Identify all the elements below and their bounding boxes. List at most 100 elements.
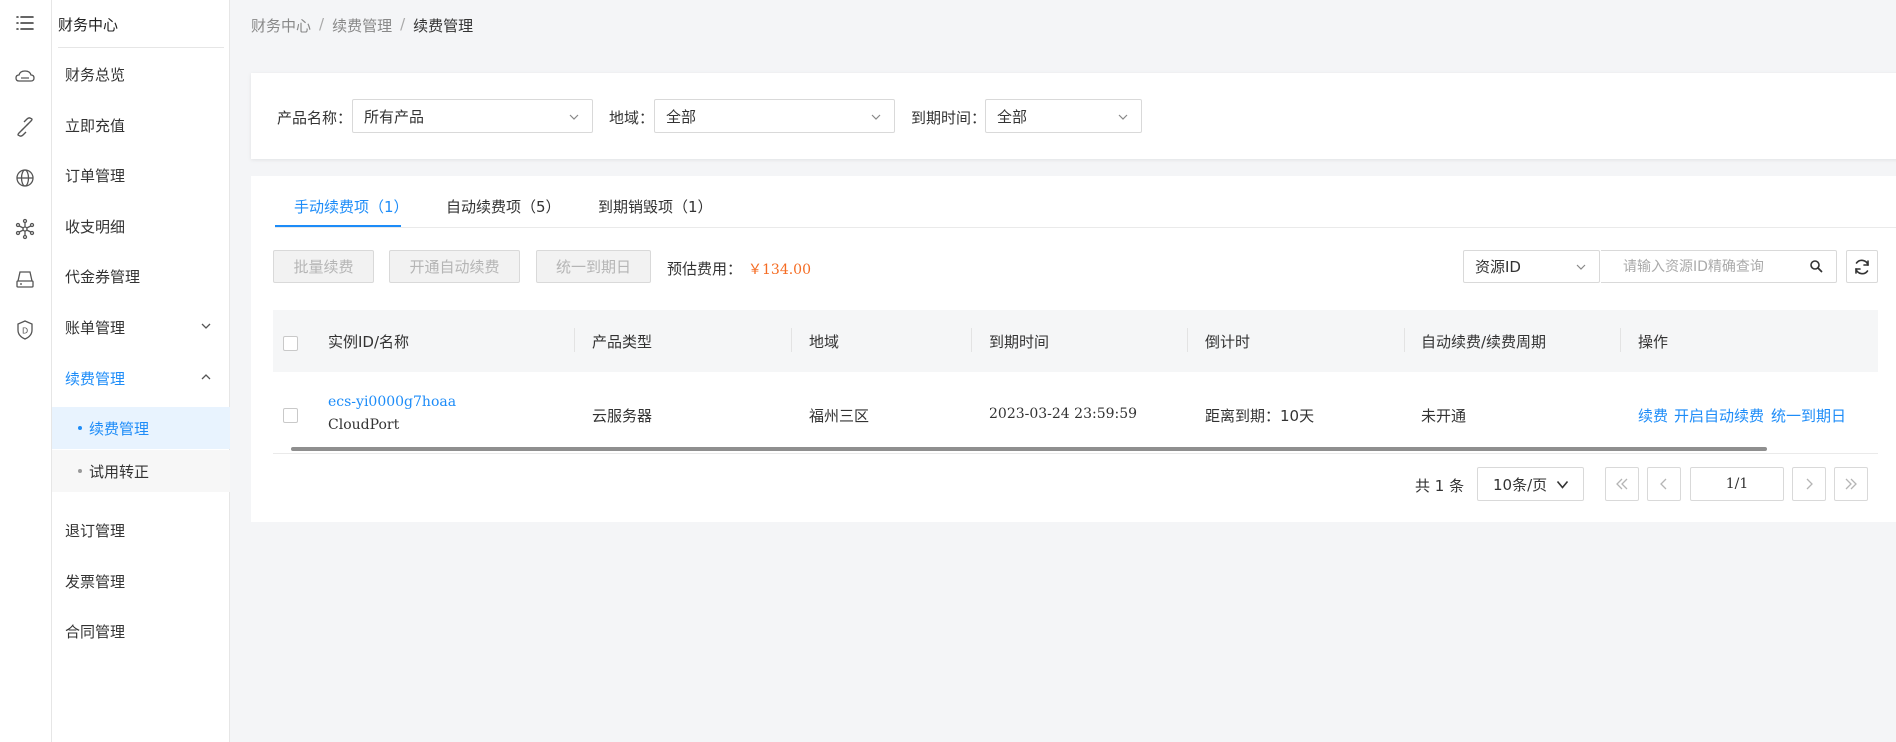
- double-chevron-left-icon: [1616, 478, 1628, 490]
- renew-link[interactable]: 续费: [1638, 405, 1668, 426]
- column-header-region: 地域: [809, 333, 840, 351]
- breadcrumb-separator: /: [319, 15, 325, 33]
- next-page-button[interactable]: [1792, 467, 1826, 501]
- last-page-button[interactable]: [1834, 467, 1868, 501]
- chevron-left-icon: [1660, 478, 1667, 490]
- sidebar-subitem-trial-conversion[interactable]: 试用转正: [52, 450, 230, 492]
- search-type-select[interactable]: 资源ID: [1463, 250, 1600, 283]
- refresh-button[interactable]: [1846, 250, 1878, 283]
- sidebar-item-label: 续费管理: [65, 369, 126, 388]
- sidebar-item-label: 订单管理: [65, 166, 126, 185]
- column-header-countdown: 倒计时: [1205, 333, 1251, 351]
- chevron-right-icon: [1806, 478, 1813, 490]
- sidebar: 财务中心 财务总览 立即充值 订单管理 收支明细 代金券管理 账单管理 续费管理…: [52, 0, 230, 742]
- cloud-icon[interactable]: [12, 64, 38, 90]
- filter-panel: 产品名称： 所有产品 地域： 全部 到期时间： 全部: [251, 73, 1896, 159]
- enable-auto-renew-button[interactable]: 开通自动续费: [389, 250, 520, 283]
- sidebar-item-vouchers[interactable]: 代金券管理: [52, 255, 230, 297]
- globe-icon[interactable]: [12, 165, 38, 191]
- sidebar-item-label: 收支明细: [65, 217, 126, 236]
- tab-expiry-destroy[interactable]: 到期销毁项（1）: [598, 196, 713, 217]
- sidebar-item-unsubscribe[interactable]: 退订管理: [52, 509, 230, 551]
- network-icon[interactable]: [12, 216, 38, 242]
- region-filter-value: 全部: [666, 107, 697, 126]
- page-size-value: 10条/页: [1493, 475, 1548, 494]
- sidebar-item-label: 发票管理: [65, 572, 126, 591]
- sidebar-item-label: 合同管理: [65, 622, 126, 641]
- chevron-down-icon: [1556, 480, 1569, 489]
- sidebar-item-contracts[interactable]: 合同管理: [52, 610, 230, 652]
- sidebar-item-orders[interactable]: 订单管理: [52, 154, 230, 196]
- product-filter-value: 所有产品: [364, 107, 425, 126]
- sidebar-item-label: 代金券管理: [65, 267, 141, 286]
- sidebar-item-finance-overview[interactable]: 财务总览: [52, 53, 230, 95]
- enable-auto-renew-link[interactable]: 开启自动续费: [1674, 405, 1764, 426]
- prev-page-button[interactable]: [1647, 467, 1681, 501]
- link-icon[interactable]: [12, 114, 38, 140]
- sidebar-item-recharge[interactable]: 立即充值: [52, 104, 230, 146]
- page-input[interactable]: [1690, 467, 1784, 501]
- chevron-down-icon: [569, 114, 579, 120]
- sidebar-subitem-label: 试用转正: [89, 462, 150, 481]
- estimate-label: 预估费用：: [667, 260, 743, 278]
- product-filter-select[interactable]: 所有产品: [352, 99, 593, 133]
- tabs-divider: [275, 227, 1896, 228]
- unify-expiry-button[interactable]: 统一到期日: [536, 250, 651, 283]
- region-filter-select[interactable]: 全部: [654, 99, 895, 133]
- expiry-filter-value: 全部: [997, 107, 1028, 126]
- estimate-value: ￥134.00: [748, 262, 811, 278]
- expiry-filter-select[interactable]: 全部: [985, 99, 1142, 133]
- storage-icon[interactable]: [12, 266, 38, 292]
- sidebar-item-renewals[interactable]: 续费管理: [52, 357, 230, 399]
- chevron-up-icon: [201, 374, 211, 380]
- row-checkbox[interactable]: [283, 408, 298, 423]
- search-type-value: 资源ID: [1475, 258, 1521, 276]
- select-all-checkbox[interactable]: [283, 336, 298, 351]
- column-header-product-type: 产品类型: [592, 333, 653, 351]
- sidebar-item-invoices[interactable]: 发票管理: [52, 560, 230, 602]
- instance-name: CloudPort: [328, 417, 400, 433]
- instance-id-link[interactable]: ecs-yi0000g7hoaa: [328, 394, 456, 410]
- sidebar-title: 财务中心: [58, 12, 224, 48]
- unify-expiry-link[interactable]: 统一到期日: [1771, 405, 1846, 426]
- column-divider: [574, 328, 575, 352]
- product-filter-label: 产品名称：: [277, 109, 353, 127]
- menu-list-icon[interactable]: [12, 10, 38, 36]
- countdown-cell: 距离到期：10天: [1205, 407, 1315, 425]
- auto-renew-cell: 未开通: [1421, 407, 1467, 425]
- first-page-button[interactable]: [1605, 467, 1639, 501]
- bullet-dot: [78, 426, 82, 430]
- expiry-filter-label: 到期时间：: [911, 109, 987, 127]
- sidebar-item-label: 账单管理: [65, 318, 126, 337]
- chevron-down-icon: [871, 114, 881, 120]
- column-header-expiry: 到期时间: [989, 333, 1050, 351]
- search-input[interactable]: [1601, 250, 1837, 283]
- breadcrumb-separator: /: [400, 15, 406, 33]
- sidebar-item-label: 退订管理: [65, 521, 126, 540]
- sidebar-item-transactions[interactable]: 收支明细: [52, 205, 230, 247]
- sidebar-item-bills[interactable]: 账单管理: [52, 306, 230, 348]
- shield-icon[interactable]: D: [12, 317, 38, 343]
- region-cell: 福州三区: [809, 407, 870, 425]
- breadcrumb: 财务中心 / 续费管理 / 续费管理: [251, 15, 473, 36]
- sidebar-subitem-label: 续费管理: [89, 419, 150, 438]
- search-icon[interactable]: [1809, 259, 1823, 273]
- active-tab-indicator: [275, 225, 401, 227]
- chevron-down-icon: [201, 323, 211, 329]
- expiry-cell: 2023-03-24 23:59:59: [989, 406, 1138, 422]
- sidebar-subitem-renewal-management[interactable]: 续费管理: [52, 407, 230, 449]
- breadcrumb-finance-center[interactable]: 财务中心: [251, 15, 311, 36]
- pagination-total: 共 1 条: [1415, 477, 1465, 495]
- breadcrumb-renewals[interactable]: 续费管理: [332, 15, 392, 36]
- page-size-select[interactable]: 10条/页: [1477, 467, 1584, 501]
- tab-auto-renewal[interactable]: 自动续费项（5）: [446, 196, 561, 217]
- sidebar-item-label: 财务总览: [65, 65, 126, 84]
- column-divider: [971, 328, 972, 352]
- column-divider: [1404, 328, 1405, 352]
- bullet-dot: [78, 469, 82, 473]
- horizontal-scrollbar[interactable]: [291, 447, 1767, 451]
- column-divider: [791, 328, 792, 352]
- tab-manual-renewal[interactable]: 手动续费项（1）: [294, 196, 409, 217]
- chevron-down-icon: [1118, 114, 1128, 120]
- batch-renew-button[interactable]: 批量续费: [273, 250, 374, 283]
